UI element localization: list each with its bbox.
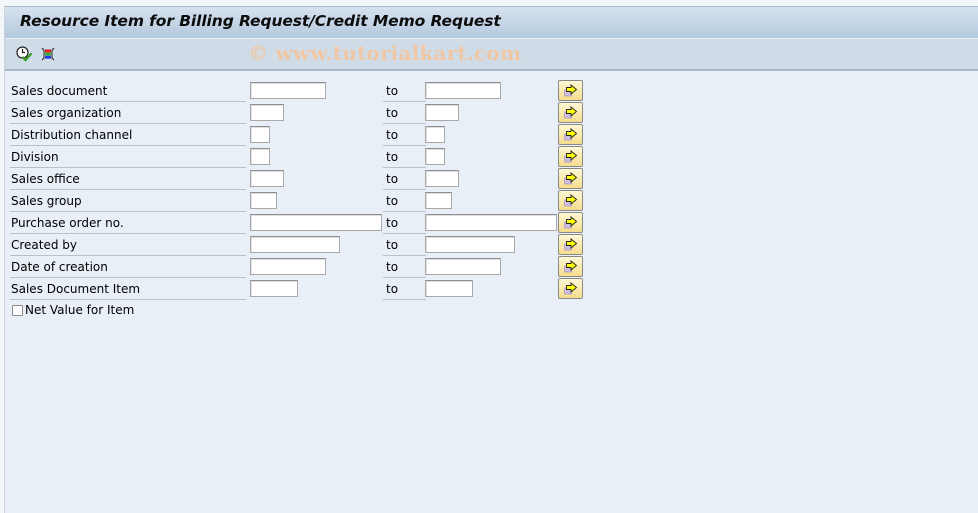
page-title: Resource Item for Billing Request/Credit… bbox=[20, 12, 501, 30]
field-label: Division bbox=[10, 146, 246, 168]
execute-icon[interactable] bbox=[15, 45, 33, 63]
sales-organization-from-input[interactable] bbox=[250, 104, 284, 121]
selection-row-date-of-creation: Date of creation to bbox=[10, 256, 590, 278]
multiple-selection-button[interactable] bbox=[558, 168, 583, 189]
purchase-order-no-from-input[interactable] bbox=[250, 214, 382, 231]
multiple-selection-button[interactable] bbox=[558, 80, 583, 101]
created-by-to-input[interactable] bbox=[425, 236, 515, 253]
selection-row-sales-organization: Sales organization to bbox=[10, 102, 590, 124]
sales-document-item-to-input[interactable] bbox=[425, 280, 473, 297]
to-label: to bbox=[383, 234, 426, 256]
field-label: Sales document bbox=[10, 80, 246, 102]
selection-row-sales-document: Sales document to bbox=[10, 80, 590, 102]
multiple-selection-button[interactable] bbox=[558, 102, 583, 123]
multiple-selection-button[interactable] bbox=[558, 278, 583, 299]
selection-row-sales-office: Sales office to bbox=[10, 168, 590, 190]
field-label: Created by bbox=[10, 234, 246, 256]
multiple-selection-arrow-icon bbox=[564, 106, 578, 119]
multiple-selection-arrow-icon bbox=[564, 128, 578, 141]
selection-row-purchase-order-no: Purchase order no. to bbox=[10, 212, 590, 234]
title-bar: Resource Item for Billing Request/Credit… bbox=[5, 6, 978, 40]
multiple-selection-button[interactable] bbox=[558, 212, 583, 233]
field-label: Purchase order no. bbox=[10, 212, 246, 234]
to-label: to bbox=[383, 278, 426, 300]
multiple-selection-arrow-icon bbox=[564, 194, 578, 207]
to-label: to bbox=[383, 190, 426, 212]
field-label: Sales Document Item bbox=[10, 278, 246, 300]
field-label: Sales office bbox=[10, 168, 246, 190]
field-label: Sales group bbox=[10, 190, 246, 212]
sales-document-from-input[interactable] bbox=[250, 82, 326, 99]
sap-screen: Resource Item for Billing Request/Credit… bbox=[4, 6, 978, 513]
distribution-channel-from-input[interactable] bbox=[250, 126, 270, 143]
multiple-selection-button[interactable] bbox=[558, 146, 583, 167]
sales-office-to-input[interactable] bbox=[425, 170, 459, 187]
sales-organization-to-input[interactable] bbox=[425, 104, 459, 121]
to-label: to bbox=[383, 256, 426, 278]
net-value-checkbox[interactable] bbox=[12, 305, 23, 316]
selection-row-sales-document-item: Sales Document Item to bbox=[10, 278, 590, 300]
distribution-channel-to-input[interactable] bbox=[425, 126, 445, 143]
application-toolbar: © www.tutorialkart.com bbox=[5, 39, 978, 71]
to-label: to bbox=[383, 168, 426, 190]
multiple-selection-button[interactable] bbox=[558, 234, 583, 255]
selection-row-division: Division to bbox=[10, 146, 590, 168]
sales-group-to-input[interactable] bbox=[425, 192, 452, 209]
date-of-creation-to-input[interactable] bbox=[425, 258, 501, 275]
multiple-selection-arrow-icon bbox=[564, 282, 578, 295]
multiple-selection-arrow-icon bbox=[564, 238, 578, 251]
selection-row-sales-group: Sales group to bbox=[10, 190, 590, 212]
multiple-selection-button[interactable] bbox=[558, 256, 583, 277]
division-to-input[interactable] bbox=[425, 148, 445, 165]
net-value-checkbox-label: Net Value for Item bbox=[25, 303, 135, 317]
to-label: to bbox=[383, 124, 426, 146]
multiple-selection-button[interactable] bbox=[558, 124, 583, 145]
multiple-selection-arrow-icon bbox=[564, 172, 578, 185]
division-from-input[interactable] bbox=[250, 148, 270, 165]
sales-office-from-input[interactable] bbox=[250, 170, 284, 187]
field-label: Sales organization bbox=[10, 102, 246, 124]
multiple-selection-arrow-icon bbox=[564, 84, 578, 97]
multiple-selection-arrow-icon bbox=[564, 216, 578, 229]
multiple-selection-button[interactable] bbox=[558, 190, 583, 211]
sales-document-item-from-input[interactable] bbox=[250, 280, 298, 297]
purchase-order-no-to-input[interactable] bbox=[425, 214, 557, 231]
sales-document-to-input[interactable] bbox=[425, 82, 501, 99]
to-label: to bbox=[383, 102, 426, 124]
to-label: to bbox=[383, 212, 426, 234]
field-label: Distribution channel bbox=[10, 124, 246, 146]
watermark: © www.tutorialkart.com bbox=[248, 41, 522, 65]
to-label: to bbox=[383, 146, 426, 168]
date-of-creation-from-input[interactable] bbox=[250, 258, 326, 275]
sales-group-from-input[interactable] bbox=[250, 192, 277, 209]
selection-row-created-by: Created by to bbox=[10, 234, 590, 256]
selection-options-icon[interactable] bbox=[39, 45, 57, 63]
created-by-from-input[interactable] bbox=[250, 236, 340, 253]
selection-row-distribution-channel: Distribution channel to bbox=[10, 124, 590, 146]
multiple-selection-arrow-icon bbox=[564, 260, 578, 273]
to-label: to bbox=[383, 80, 426, 102]
field-label: Date of creation bbox=[10, 256, 246, 278]
multiple-selection-arrow-icon bbox=[564, 150, 578, 163]
